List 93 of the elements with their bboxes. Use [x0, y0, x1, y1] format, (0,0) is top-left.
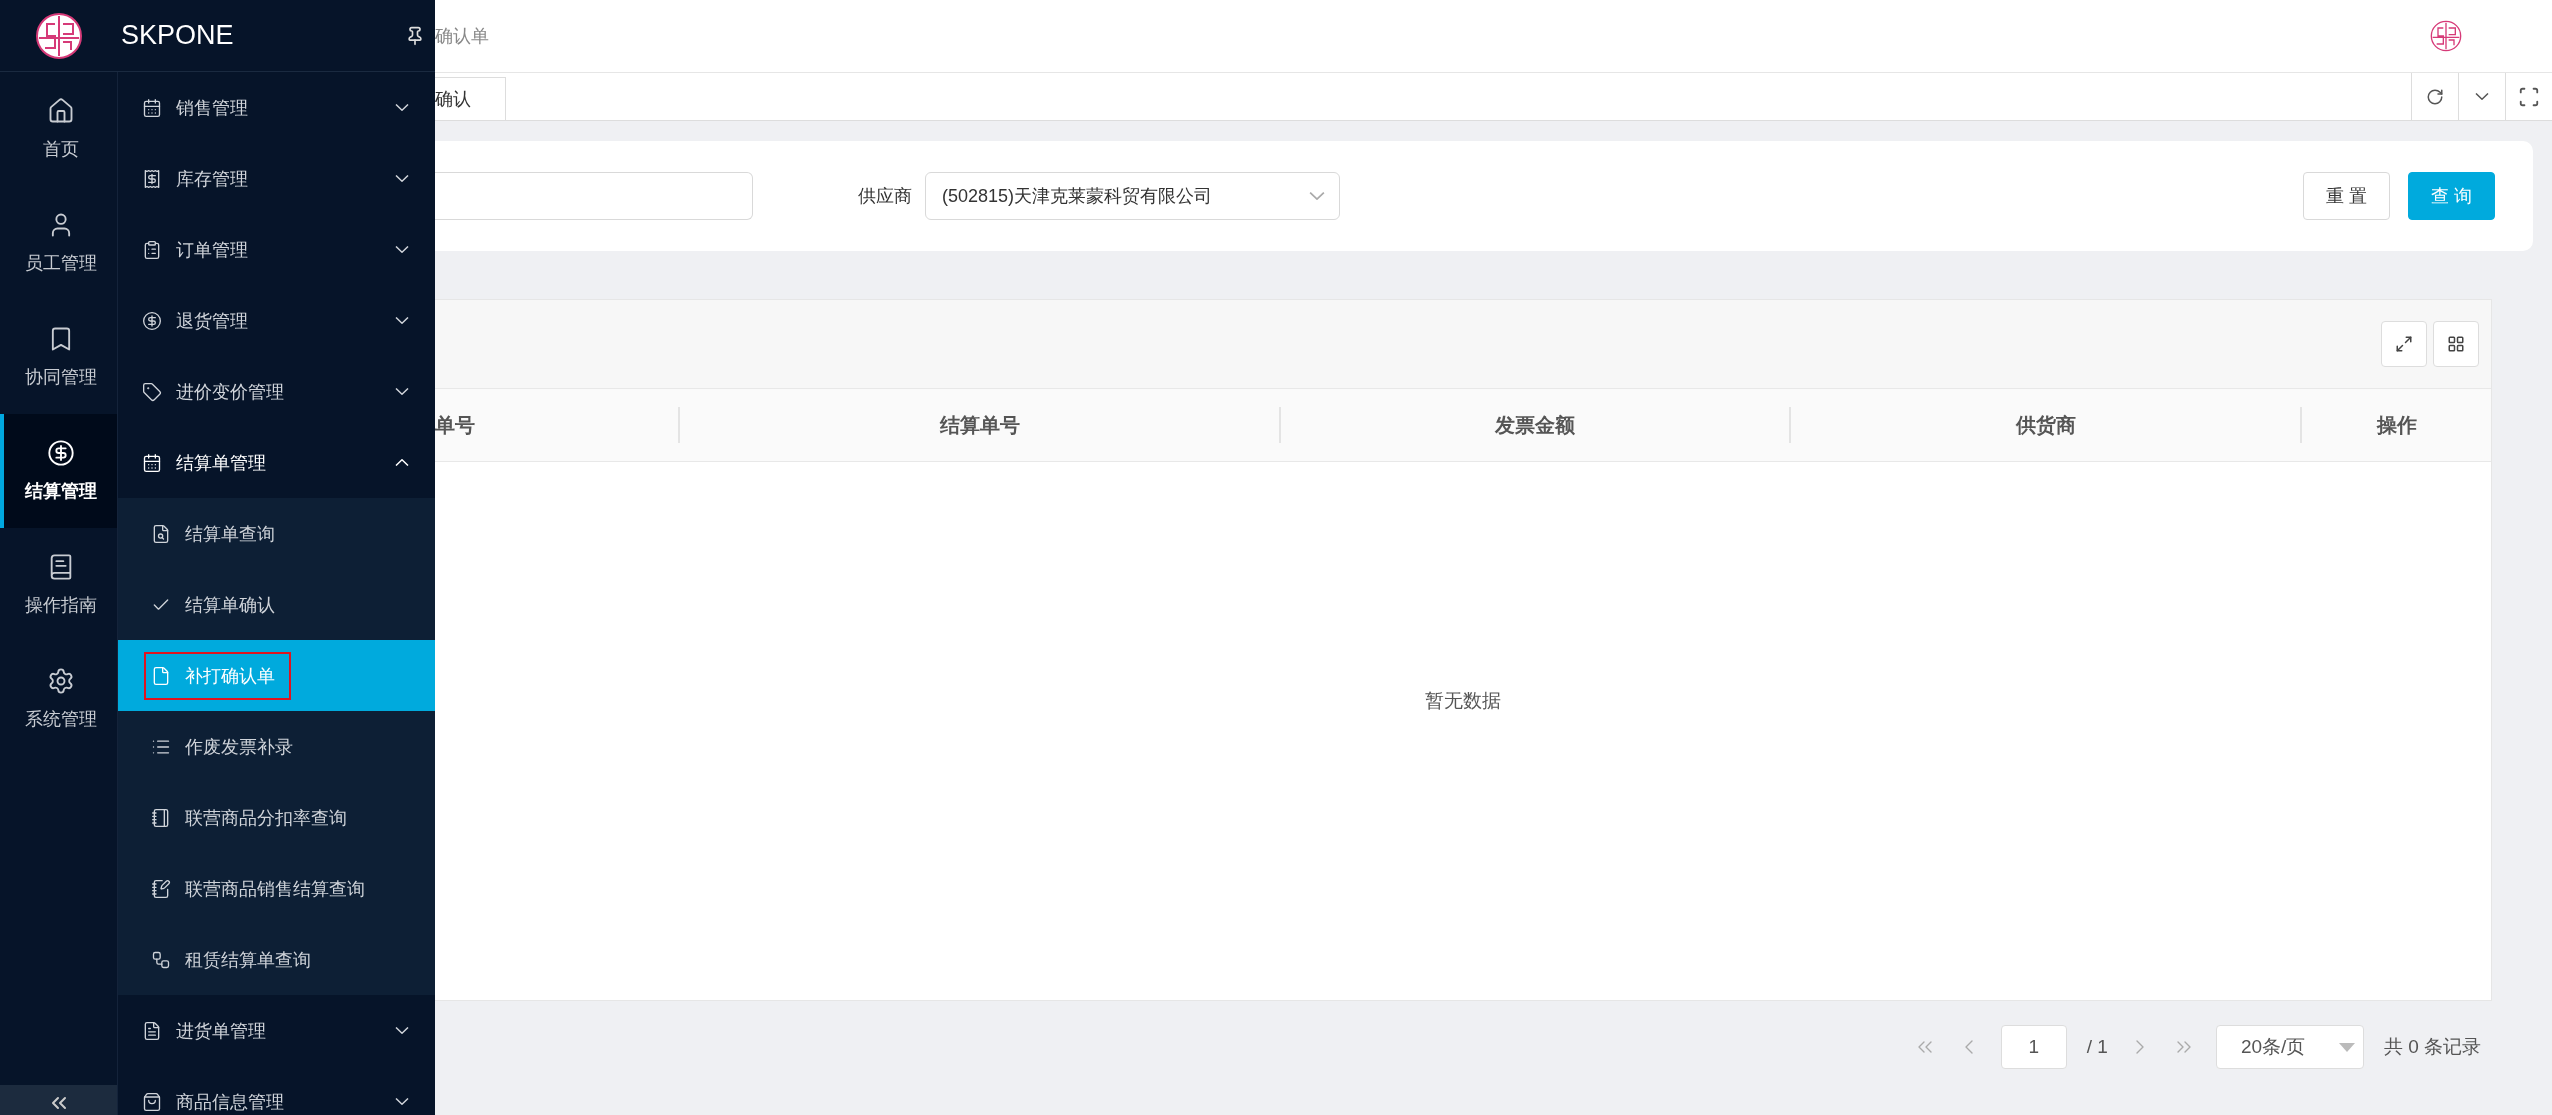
menu-item[interactable]: 进货单管理 [118, 995, 435, 1066]
collapse-button[interactable] [0, 1085, 117, 1115]
menu-label: 订单管理 [176, 238, 249, 262]
submenu-item[interactable]: 租赁结算单查询 [118, 924, 435, 995]
expand-icon [2395, 335, 2413, 353]
chevron-icon [395, 1027, 409, 1034]
brand-name: SKPONE [121, 20, 235, 51]
menu-label: 销售管理 [176, 96, 249, 120]
file-search-icon [151, 523, 171, 544]
chevron-icon [395, 459, 409, 466]
column-header: 操作 [2300, 407, 2491, 443]
chevron-icon [395, 388, 409, 395]
rail-item[interactable]: 协同管理 [0, 300, 117, 414]
expand-button[interactable] [2381, 321, 2427, 367]
menu-item[interactable]: 进价变价管理 [118, 356, 435, 427]
chevron-icon [395, 104, 409, 111]
page-total: / 1 [2086, 1036, 2108, 1058]
input-field[interactable] [435, 172, 753, 220]
chevron-icon [395, 175, 409, 182]
pin-icon[interactable] [405, 25, 425, 46]
chevron-icon [2475, 93, 2489, 100]
page-tab[interactable]: 确认 [435, 77, 506, 120]
column-header: 结算单号 [678, 407, 1279, 443]
rail-item[interactable]: 系统管理 [0, 642, 117, 756]
submenu-item[interactable]: 结算单查询 [118, 498, 435, 569]
menu-item[interactable]: 库存管理 [118, 143, 435, 214]
menu-item[interactable]: 销售管理 [118, 72, 435, 143]
calendar-icon [142, 97, 162, 118]
field-label: 供应商 [858, 185, 912, 208]
supplier-select[interactable]: (502815)天津克莱蒙科贸有限公司 [925, 172, 1340, 220]
submenu-item[interactable]: 联营商品销售结算查询 [118, 853, 435, 924]
submenu-item[interactable]: 联营商品分扣率查询 [118, 782, 435, 853]
clipboard-icon [142, 239, 162, 260]
bag-icon [142, 1091, 162, 1112]
menu-item[interactable]: 订单管理 [118, 214, 435, 285]
menu-label: 进价变价管理 [176, 380, 285, 404]
menu-item[interactable]: 商品信息管理 [118, 1066, 435, 1115]
grid-button[interactable] [2433, 321, 2479, 367]
notebook-icon [151, 878, 171, 899]
menu-label: 商品信息管理 [176, 1090, 285, 1114]
page-field[interactable]: 1 [2000, 1025, 2067, 1069]
flow-icon [151, 949, 171, 970]
rail-label: 系统管理 [24, 708, 97, 731]
page-size-select[interactable]: 20条/页 [2215, 1025, 2364, 1069]
empty-text: 暂无数据 [1425, 689, 1501, 713]
rail-item[interactable]: 员工管理 [0, 186, 117, 300]
column-header: 单号 [435, 413, 476, 438]
receipt-icon [142, 168, 162, 189]
chevron-icon [395, 317, 409, 324]
column-header: 供货商 [1789, 407, 2300, 443]
dollar-icon [142, 310, 162, 331]
submenu-label: 租赁结算单查询 [185, 948, 311, 972]
submenu-item[interactable]: 结算单确认 [118, 569, 435, 640]
reset-button[interactable]: 重 置 [2302, 172, 2390, 220]
fullscreen-icon [2518, 85, 2540, 108]
submenu-label: 结算单查询 [185, 522, 275, 546]
menu-label: 退货管理 [176, 309, 249, 333]
menu-item[interactable]: 结算单管理 [118, 427, 435, 498]
rail-label: 首页 [42, 138, 79, 161]
breadcrumb: 确认单 [435, 25, 489, 48]
chevron-icon [395, 246, 409, 253]
calendar-icon [142, 452, 162, 473]
menu-item[interactable]: 退货管理 [118, 285, 435, 356]
rail-label: 结算管理 [24, 480, 97, 503]
rail-item[interactable]: 操作指南 [0, 528, 117, 642]
file-icon [151, 665, 171, 686]
refresh-icon [2426, 87, 2444, 106]
submenu-item[interactable]: 作废发票补录 [118, 711, 435, 782]
tag-icon [142, 381, 162, 402]
dollar-icon [46, 439, 75, 467]
rail-label: 操作指南 [24, 594, 97, 617]
menu-label: 库存管理 [176, 167, 249, 191]
notebook-icon [151, 807, 171, 828]
submenu-label: 补打确认单 [185, 664, 275, 688]
rail-label: 协同管理 [24, 366, 97, 389]
chevron-icon [395, 1098, 409, 1105]
rail-label: 员工管理 [24, 252, 97, 275]
caret-icon [2338, 1042, 2355, 1052]
rail-item[interactable]: 结算管理 [0, 414, 117, 528]
record-count: 共 0 条记录 [2383, 1035, 2481, 1059]
menu-label: 结算单管理 [176, 451, 267, 475]
chevron-icon [1309, 192, 1325, 200]
submenu-label: 作废发票补录 [185, 735, 293, 759]
logo-icon [35, 11, 83, 60]
rail-item[interactable]: 首页 [0, 72, 117, 186]
submenu-label: 联营商品销售结算查询 [185, 877, 365, 901]
submenu-label: 结算单确认 [185, 593, 275, 617]
grid-icon [2447, 335, 2465, 353]
column-header: 发票金额 [1279, 407, 1789, 443]
menu-label: 进货单管理 [176, 1019, 267, 1043]
logo-icon [2430, 20, 2462, 52]
document-icon [142, 1020, 162, 1041]
submenu-label: 联营商品分扣率查询 [185, 806, 347, 830]
